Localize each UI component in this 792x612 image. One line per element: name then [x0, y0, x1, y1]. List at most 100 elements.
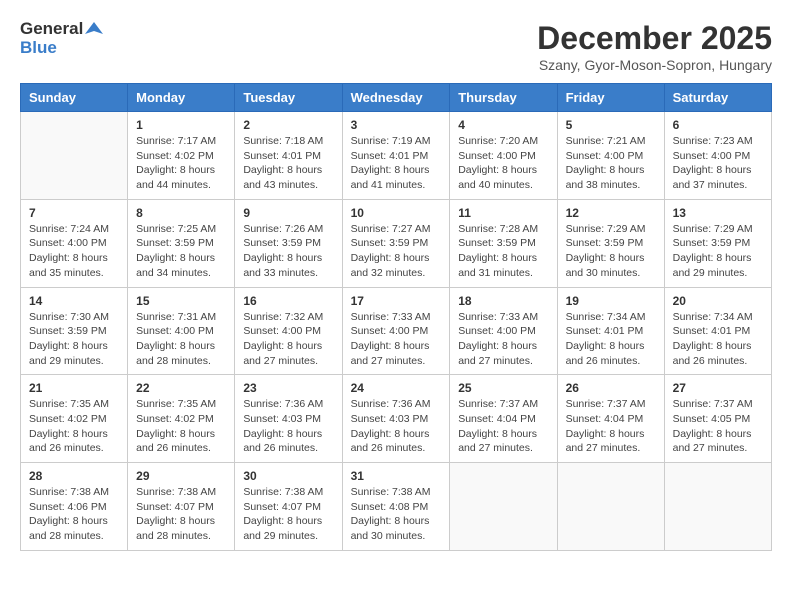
day-info: Sunrise: 7:36 AM Sunset: 4:03 PM Dayligh…: [351, 397, 442, 456]
day-info: Sunrise: 7:35 AM Sunset: 4:02 PM Dayligh…: [136, 397, 226, 456]
calendar-cell: 30Sunrise: 7:38 AM Sunset: 4:07 PM Dayli…: [235, 463, 342, 551]
day-info: Sunrise: 7:38 AM Sunset: 4:06 PM Dayligh…: [29, 485, 119, 544]
calendar-cell: 4 Sunrise: 7:20 AM Sunset: 4:00 PM Daylig…: [450, 112, 557, 200]
day-number: 21: [29, 381, 119, 395]
calendar-header-saturday: Saturday: [664, 84, 771, 112]
day-number: 28: [29, 469, 119, 483]
calendar-cell: 25 Sunrise: 7:37 AM Sunset: 4:04 PM Dayli…: [450, 375, 557, 463]
day-info: Sunrise: 7:25 AM Sunset: 3:59 PM Dayligh…: [136, 222, 226, 281]
calendar-header-sunday: Sunday: [21, 84, 128, 112]
day-number: 31: [351, 469, 442, 483]
calendar-cell: 8 Sunrise: 7:25 AM Sunset: 3:59 PM Daylig…: [128, 199, 235, 287]
day-number: 12: [566, 206, 656, 220]
day-number: 16: [243, 294, 333, 308]
day-info: Sunrise: 7:33 AM Sunset: 4:00 PM Dayligh…: [458, 310, 548, 369]
day-info: Sunrise: 7:37 AM Sunset: 4:04 PM Dayligh…: [458, 397, 548, 456]
logo-bird-icon: [85, 20, 103, 38]
calendar-cell: 22 Sunrise: 7:35 AM Sunset: 4:02 PM Dayli…: [128, 375, 235, 463]
calendar-cell: 21 Sunrise: 7:35 AM Sunset: 4:02 PM Dayli…: [21, 375, 128, 463]
day-info: Sunrise: 7:20 AM Sunset: 4:00 PM Dayligh…: [458, 134, 548, 193]
calendar-cell: 16 Sunrise: 7:32 AM Sunset: 4:00 PM Dayli…: [235, 287, 342, 375]
day-info: Sunrise: 7:34 AM Sunset: 4:01 PM Dayligh…: [673, 310, 763, 369]
day-info: Sunrise: 7:33 AM Sunset: 4:00 PM Dayligh…: [351, 310, 442, 369]
calendar-cell: [664, 463, 771, 551]
day-number: 25: [458, 381, 548, 395]
calendar-cell: 14 Sunrise: 7:30 AM Sunset: 3:59 PM Dayli…: [21, 287, 128, 375]
day-info: Sunrise: 7:29 AM Sunset: 3:59 PM Dayligh…: [673, 222, 763, 281]
calendar-cell: 3 Sunrise: 7:19 AM Sunset: 4:01 PM Daylig…: [342, 112, 450, 200]
calendar-week-row: 14 Sunrise: 7:30 AM Sunset: 3:59 PM Dayli…: [21, 287, 772, 375]
title-block: December 2025 Szany, Gyor-Moson-Sopron, …: [537, 20, 772, 73]
location: Szany, Gyor-Moson-Sopron, Hungary: [537, 57, 772, 73]
day-number: 1: [136, 118, 226, 132]
day-number: 24: [351, 381, 442, 395]
calendar-week-row: 21 Sunrise: 7:35 AM Sunset: 4:02 PM Dayli…: [21, 375, 772, 463]
calendar-cell: 20 Sunrise: 7:34 AM Sunset: 4:01 PM Dayli…: [664, 287, 771, 375]
day-number: 29: [136, 469, 226, 483]
calendar-cell: 6Sunrise: 7:23 AM Sunset: 4:00 PM Daylig…: [664, 112, 771, 200]
day-info: Sunrise: 7:35 AM Sunset: 4:02 PM Dayligh…: [29, 397, 119, 456]
day-info: Sunrise: 7:27 AM Sunset: 3:59 PM Dayligh…: [351, 222, 442, 281]
day-number: 20: [673, 294, 763, 308]
day-info: Sunrise: 7:36 AM Sunset: 4:03 PM Dayligh…: [243, 397, 333, 456]
day-number: 13: [673, 206, 763, 220]
day-info: Sunrise: 7:17 AM Sunset: 4:02 PM Dayligh…: [136, 134, 226, 193]
calendar-cell: 17 Sunrise: 7:33 AM Sunset: 4:00 PM Dayli…: [342, 287, 450, 375]
day-info: Sunrise: 7:26 AM Sunset: 3:59 PM Dayligh…: [243, 222, 333, 281]
day-number: 8: [136, 206, 226, 220]
calendar-week-row: 1 Sunrise: 7:17 AM Sunset: 4:02 PM Daylig…: [21, 112, 772, 200]
day-info: Sunrise: 7:32 AM Sunset: 4:00 PM Dayligh…: [243, 310, 333, 369]
calendar-cell: 10Sunrise: 7:27 AM Sunset: 3:59 PM Dayli…: [342, 199, 450, 287]
day-number: 22: [136, 381, 226, 395]
calendar-cell: 7 Sunrise: 7:24 AM Sunset: 4:00 PM Daylig…: [21, 199, 128, 287]
calendar-header-thursday: Thursday: [450, 84, 557, 112]
calendar-cell: 18 Sunrise: 7:33 AM Sunset: 4:00 PM Dayli…: [450, 287, 557, 375]
calendar-table: SundayMondayTuesdayWednesdayThursdayFrid…: [20, 83, 772, 551]
day-info: Sunrise: 7:37 AM Sunset: 4:04 PM Dayligh…: [566, 397, 656, 456]
day-number: 27: [673, 381, 763, 395]
day-info: Sunrise: 7:23 AM Sunset: 4:00 PM Dayligh…: [673, 134, 763, 193]
calendar-week-row: 7 Sunrise: 7:24 AM Sunset: 4:00 PM Daylig…: [21, 199, 772, 287]
day-number: 11: [458, 206, 548, 220]
day-number: 23: [243, 381, 333, 395]
day-info: Sunrise: 7:24 AM Sunset: 4:00 PM Dayligh…: [29, 222, 119, 281]
calendar-cell: 5 Sunrise: 7:21 AM Sunset: 4:00 PM Daylig…: [557, 112, 664, 200]
calendar-week-row: 28 Sunrise: 7:38 AM Sunset: 4:06 PM Dayli…: [21, 463, 772, 551]
day-number: 5: [566, 118, 656, 132]
day-number: 14: [29, 294, 119, 308]
calendar-cell: 28 Sunrise: 7:38 AM Sunset: 4:06 PM Dayli…: [21, 463, 128, 551]
calendar-header-tuesday: Tuesday: [235, 84, 342, 112]
day-info: Sunrise: 7:18 AM Sunset: 4:01 PM Dayligh…: [243, 134, 333, 193]
day-info: Sunrise: 7:30 AM Sunset: 3:59 PM Dayligh…: [29, 310, 119, 369]
day-number: 9: [243, 206, 333, 220]
day-info: Sunrise: 7:19 AM Sunset: 4:01 PM Dayligh…: [351, 134, 442, 193]
calendar-cell: 24 Sunrise: 7:36 AM Sunset: 4:03 PM Dayli…: [342, 375, 450, 463]
calendar-cell: 29Sunrise: 7:38 AM Sunset: 4:07 PM Dayli…: [128, 463, 235, 551]
calendar-cell: 15 Sunrise: 7:31 AM Sunset: 4:00 PM Dayli…: [128, 287, 235, 375]
logo-general: General: [20, 20, 83, 39]
day-number: 15: [136, 294, 226, 308]
calendar-cell: 11Sunrise: 7:28 AM Sunset: 3:59 PM Dayli…: [450, 199, 557, 287]
day-number: 7: [29, 206, 119, 220]
day-number: 2: [243, 118, 333, 132]
day-info: Sunrise: 7:21 AM Sunset: 4:00 PM Dayligh…: [566, 134, 656, 193]
day-number: 17: [351, 294, 442, 308]
calendar-cell: [450, 463, 557, 551]
calendar-cell: 1 Sunrise: 7:17 AM Sunset: 4:02 PM Daylig…: [128, 112, 235, 200]
day-number: 26: [566, 381, 656, 395]
day-number: 30: [243, 469, 333, 483]
calendar-cell: 13 Sunrise: 7:29 AM Sunset: 3:59 PM Dayli…: [664, 199, 771, 287]
day-number: 3: [351, 118, 442, 132]
calendar-header-monday: Monday: [128, 84, 235, 112]
calendar-cell: 19 Sunrise: 7:34 AM Sunset: 4:01 PM Dayli…: [557, 287, 664, 375]
calendar-header-friday: Friday: [557, 84, 664, 112]
logo: General Blue: [20, 20, 103, 57]
calendar-cell: [557, 463, 664, 551]
calendar-cell: 31Sunrise: 7:38 AM Sunset: 4:08 PM Dayli…: [342, 463, 450, 551]
day-info: Sunrise: 7:34 AM Sunset: 4:01 PM Dayligh…: [566, 310, 656, 369]
day-number: 19: [566, 294, 656, 308]
calendar-cell: 2 Sunrise: 7:18 AM Sunset: 4:01 PM Daylig…: [235, 112, 342, 200]
day-info: Sunrise: 7:31 AM Sunset: 4:00 PM Dayligh…: [136, 310, 226, 369]
day-number: 18: [458, 294, 548, 308]
day-number: 4: [458, 118, 548, 132]
